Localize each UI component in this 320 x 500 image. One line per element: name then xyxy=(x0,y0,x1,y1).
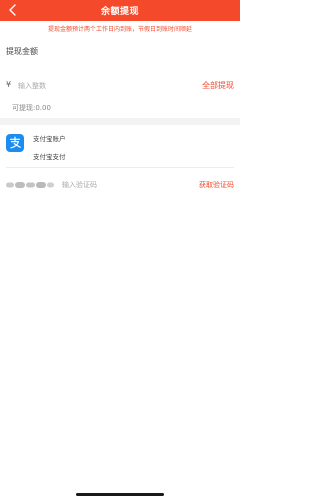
verification-row: 获取验证码 xyxy=(0,177,240,193)
alipay-icon xyxy=(6,134,24,152)
withdraw-page: 余额提现 提现金额预计两个工作日内到账，节假日到账时间顺延 提现金额 ¥ 全部提… xyxy=(0,0,240,500)
get-verification-code-button[interactable]: 获取验证码 xyxy=(199,180,234,190)
amount-row: ¥ 全部提现 xyxy=(0,78,240,94)
section-divider xyxy=(0,118,240,125)
home-indicator[interactable] xyxy=(76,493,164,496)
navigation-bar: 余额提现 xyxy=(0,0,240,21)
chevron-left-icon[interactable] xyxy=(5,2,21,18)
available-balance: 可提现:0.00 xyxy=(12,104,51,112)
row-divider xyxy=(6,167,234,168)
withdraw-all-button[interactable]: 全部提现 xyxy=(202,80,234,91)
withdraw-amount-title: 提现金额 xyxy=(6,47,38,56)
account-subtitle: 支付宝支付 xyxy=(33,153,66,161)
blurred-phone-number xyxy=(6,182,54,188)
page-title: 余额提现 xyxy=(100,7,139,17)
account-name: 支付宝账户 xyxy=(33,135,66,143)
amount-input[interactable] xyxy=(18,79,168,92)
payment-account-row[interactable]: 支付宝账户 支付宝支付 xyxy=(0,125,240,165)
arrival-notice: 提现金额预计两个工作日内到账，节假日到账时间顺延 xyxy=(47,26,192,33)
verification-code-input[interactable] xyxy=(62,178,192,191)
currency-symbol: ¥ xyxy=(6,80,12,89)
